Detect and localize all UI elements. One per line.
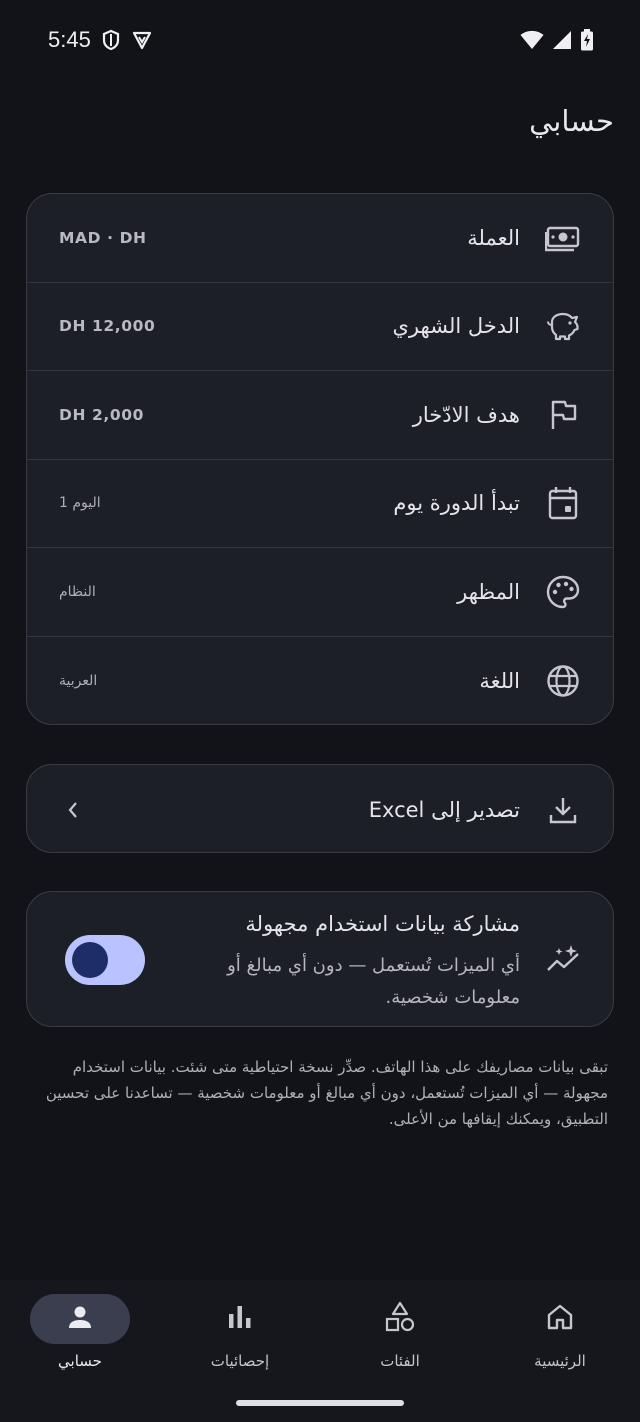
setting-value: MAD · DH [59,228,147,247]
setting-label: الدخل الشهري [392,314,521,339]
status-time: 5:45 [48,27,91,52]
share-description: أي الميزات تُستعمل — دون أي مبالغ أو معل… [227,955,520,1008]
piggy-bank-icon [545,308,581,344]
bar-chart-icon [226,1303,254,1335]
setting-value: العربية [59,672,98,689]
share-title: مشاركة بيانات استخدام مجهولة [245,912,520,936]
setting-label: اللغة [479,668,520,693]
share-usage-card: مشاركة بيانات استخدام مجهولة أي الميزات … [26,891,614,1027]
setting-label: العملة [467,225,520,250]
setting-value: DH 2,000 [59,405,145,424]
setting-row-currency[interactable]: العملة MAD · DH [27,194,613,283]
nav-item-home[interactable]: الرئيسية [490,1294,630,1384]
wifi-icon [520,30,544,50]
page-title: حسابي [529,104,614,138]
setting-label: تبدأ الدورة يوم [393,491,520,516]
shapes-icon [384,1301,416,1337]
privacy-note: تبقى بيانات مصاريفك على هذا الهاتف. صدِّ… [45,1058,608,1128]
setting-label: هدف الادّخار [412,402,520,427]
signal-icon [552,30,572,50]
setting-row-savings-goal[interactable]: هدف الادّخار DH 2,000 [27,371,613,460]
nav-label: حسابي [58,1352,102,1370]
shield-icon [101,29,121,51]
calendar-icon [545,485,581,521]
download-icon [545,792,581,828]
setting-row-language[interactable]: اللغة العربية [27,637,613,725]
status-bar: 5:45 [0,0,640,80]
battery-charging-icon [580,29,594,51]
nav-pill [190,1294,290,1344]
globe-icon [545,663,581,699]
nav-pill [350,1294,450,1344]
export-excel-button[interactable]: تصدير إلى Excel [27,765,613,852]
nav-pill [510,1294,610,1344]
setting-value: DH 12,000 [59,317,156,336]
person-icon [66,1303,94,1335]
sparkle-chart-icon [545,942,583,980]
export-card: تصدير إلى Excel [26,764,614,853]
setting-row-monthly-income[interactable]: الدخل الشهري DH 12,000 [27,283,613,371]
nav-label: الرئيسية [534,1352,586,1370]
banknote-icon [545,220,581,256]
export-label: تصدير إلى Excel [368,797,520,822]
nav-item-stats[interactable]: إحصائيات [170,1294,310,1384]
setting-value: النظام [59,583,96,600]
share-usage-toggle[interactable] [65,935,145,985]
home-indicator[interactable] [236,1400,404,1406]
setting-label: المظهر [457,579,520,604]
status-right [520,29,594,51]
toggle-knob [72,942,108,978]
setting-row-cycle-start[interactable]: تبدأ الدورة يوم اليوم 1 [27,460,613,548]
vpn-icon [131,29,153,51]
setting-row-appearance[interactable]: المظهر النظام [27,548,613,637]
chevron-left-icon [63,800,83,820]
flag-icon [545,397,581,433]
nav-pill [30,1294,130,1344]
nav-item-categories[interactable]: الفئات [330,1294,470,1384]
nav-item-account[interactable]: حسابي [10,1294,150,1384]
home-icon [546,1303,574,1335]
palette-icon [545,574,581,610]
status-left: 5:45 [48,27,153,53]
settings-card: العملة MAD · DH الدخل الشهري DH 12,000 ه… [26,193,614,725]
setting-value: اليوم 1 [59,495,101,512]
nav-label: الفئات [380,1352,420,1370]
nav-label: إحصائيات [210,1352,270,1370]
